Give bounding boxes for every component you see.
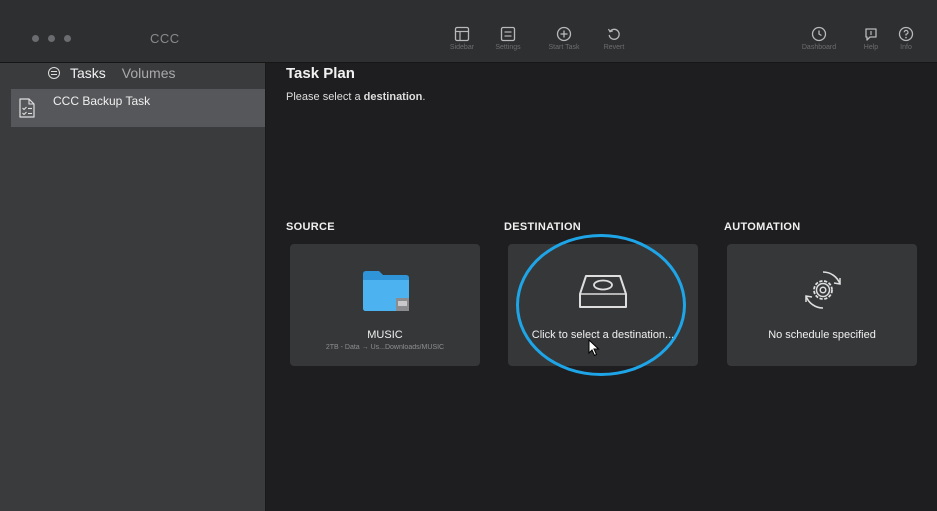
toolbar-dashboard-button[interactable]: Dashboard — [791, 26, 847, 51]
task-document-icon — [19, 98, 35, 118]
source-card[interactable]: MUSIC 2TB - Data → Us...Downloads/MUSIC — [290, 244, 480, 366]
schedule-status: No schedule specified — [768, 329, 876, 341]
dashboard-icon — [811, 26, 827, 42]
automation-section-label: AUTOMATION — [724, 221, 801, 233]
toolbar-settings-label: Settings — [495, 44, 521, 51]
folder-icon — [363, 271, 409, 311]
start-task-icon — [556, 26, 572, 42]
page-title: Task Plan — [286, 65, 355, 82]
subtitle-prefix: Please select a — [286, 91, 361, 103]
destination-card[interactable]: Click to select a destination... — [508, 244, 698, 366]
automation-card[interactable]: No schedule specified — [727, 244, 917, 366]
subtitle-emphasis: destination — [363, 91, 423, 103]
settings-icon — [500, 26, 516, 42]
task-list-icon — [48, 67, 60, 79]
toolbar-info-button[interactable]: Info — [878, 26, 934, 51]
toolbar-start-task-button[interactable]: Start Task — [536, 26, 592, 51]
help-bubble-icon — [865, 28, 877, 41]
schedule-gear-icon — [805, 271, 841, 309]
toolbar-dashboard-label: Dashboard — [801, 44, 837, 51]
title-bar: CCC Sidebar Settings Start Task Revert D… — [0, 0, 937, 63]
source-section-label: SOURCE — [286, 221, 335, 233]
drive-icon — [579, 275, 627, 308]
sidebar: Tasks Volumes CCC Backup Task — [0, 63, 266, 511]
sidebar-tab-bar: Tasks Volumes — [48, 65, 176, 81]
toolbar-revert-label: Revert — [603, 44, 625, 51]
toolbar-start-task-label: Start Task — [548, 44, 580, 51]
toolbar-settings-button[interactable]: Settings — [480, 26, 536, 51]
destination-prompt: Click to select a destination... — [531, 329, 675, 341]
tab-tasks[interactable]: Tasks — [70, 65, 106, 81]
sidebar-item-ccc-backup-task[interactable]: CCC Backup Task — [11, 89, 265, 127]
window-title: CCC — [150, 31, 180, 46]
toolbar-info-label: Info — [900, 44, 912, 51]
subtitle-suffix: . — [422, 91, 426, 103]
zoom-window-button[interactable] — [64, 35, 71, 42]
source-path: 2TB - Data → Us...Downloads/MUSIC — [325, 344, 445, 351]
toolbar-revert-button[interactable]: Revert — [586, 26, 642, 51]
window-controls[interactable] — [32, 35, 71, 42]
destination-section-label: DESTINATION — [504, 221, 582, 233]
page-subtitle: Please select a destination. — [286, 91, 425, 103]
info-icon — [898, 26, 914, 42]
sidebar-icon — [454, 26, 470, 42]
task-label: CCC Backup Task — [53, 94, 151, 108]
tab-volumes[interactable]: Volumes — [122, 65, 176, 81]
close-window-button[interactable] — [32, 35, 39, 42]
task-plan-panel: Task Plan Please select a destination. S… — [266, 63, 937, 511]
revert-icon — [607, 28, 620, 40]
minimize-window-button[interactable] — [48, 35, 55, 42]
mouse-cursor-icon — [588, 339, 600, 357]
source-name: MUSIC — [367, 329, 403, 341]
